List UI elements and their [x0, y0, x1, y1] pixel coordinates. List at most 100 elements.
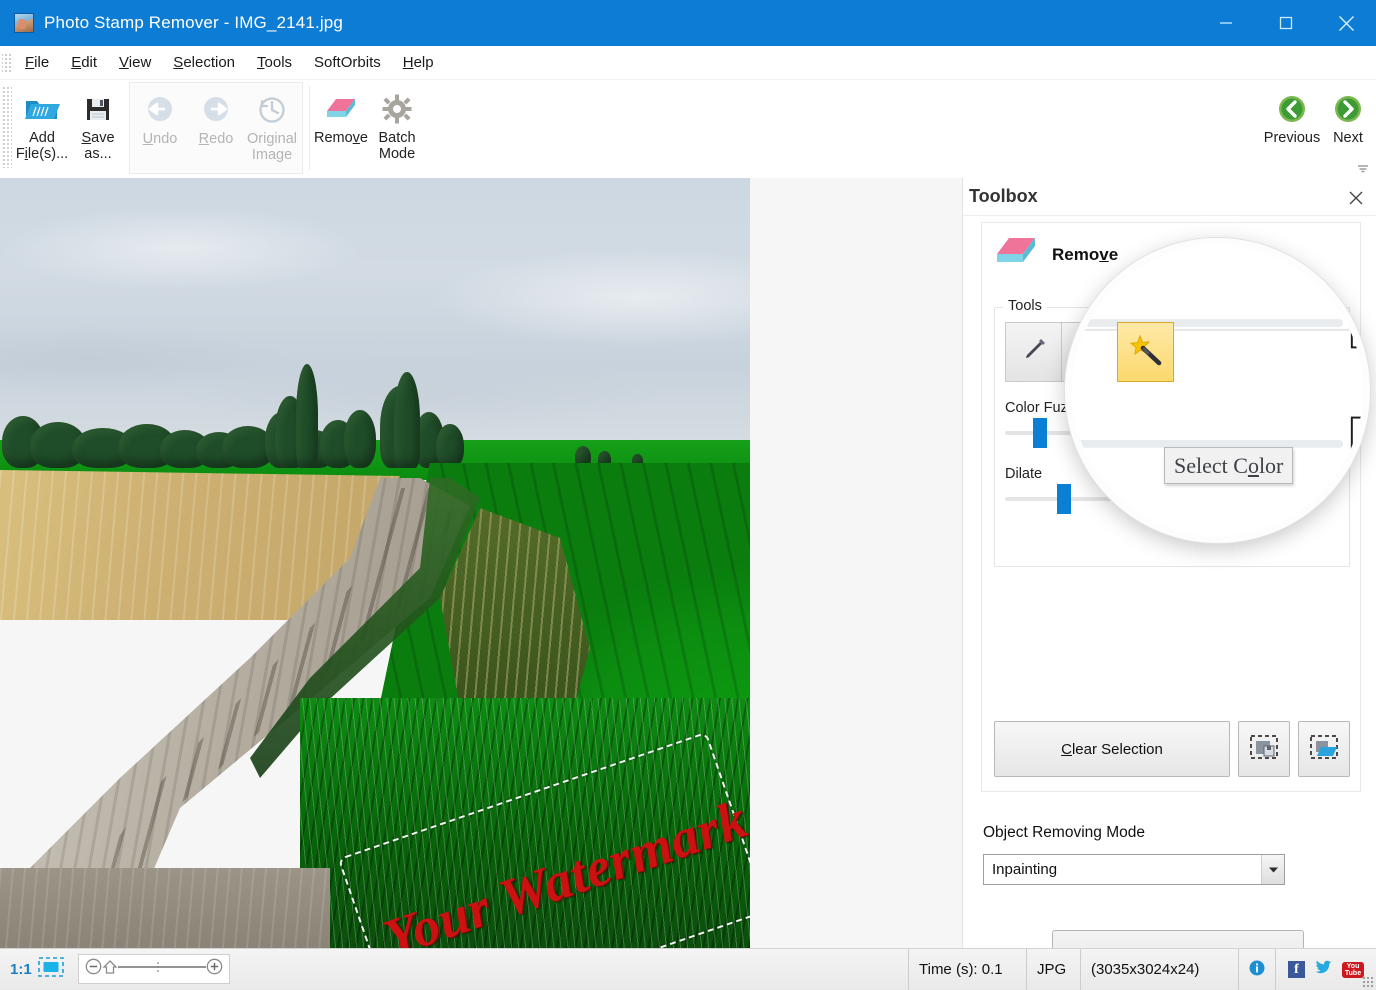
info-button[interactable]: [1239, 949, 1276, 990]
floppy-disk-icon: [83, 92, 113, 126]
add-files-label-line2: File(s)...: [15, 146, 69, 162]
plus-circle-icon[interactable]: [206, 958, 223, 980]
processing-time-label: Time (s): 0.1: [909, 949, 1027, 990]
pencil-icon: [1020, 336, 1048, 369]
zoom-ratio-label: 1:1: [10, 961, 32, 978]
menu-view[interactable]: View: [108, 50, 162, 75]
batch-mode-label-line2: Mode: [378, 146, 416, 162]
youtube-icon[interactable]: You Tube: [1342, 961, 1364, 978]
load-selection-button[interactable]: [1298, 721, 1350, 777]
image-dimensions-label: (3035x3024x24): [1081, 949, 1239, 990]
add-files-label-line1: Add: [29, 130, 55, 146]
select-color-tooltip-text: Select Color: [1174, 452, 1284, 478]
green-left-arrow-icon: [1277, 92, 1307, 126]
menu-grip-handle[interactable]: [2, 51, 12, 74]
tools-group-label: Tools: [1003, 298, 1047, 314]
title-bar: Photo Stamp Remover - IMG_2141.jpg: [0, 0, 1376, 46]
batch-mode-button[interactable]: Batch Mode: [369, 86, 425, 170]
status-spacer: [238, 949, 909, 990]
magnifier-lens-overlay: Color Fuz 20 Dilate 2: [1065, 238, 1370, 543]
facebook-icon[interactable]: f: [1288, 961, 1305, 978]
previous-label: Previous: [1263, 130, 1321, 146]
menu-tools[interactable]: Tools: [246, 50, 303, 75]
minus-circle-icon[interactable]: [85, 958, 102, 980]
batch-mode-label-line1: Batch: [378, 130, 416, 146]
remove-ribbon-label: Remove: [313, 130, 368, 146]
magnifier-scaled-content: Color Fuz 20 Dilate 2: [1072, 245, 1363, 536]
photo-preview[interactable]: Your Watermark: [0, 178, 750, 948]
toolbox-title: Toolbox: [969, 186, 1038, 206]
magnified-tools-group: [1072, 245, 1363, 331]
toolbox-header: Toolbox: [963, 178, 1376, 216]
image-canvas-area[interactable]: Your Watermark: [0, 178, 962, 948]
original-image-label-line1: Original: [247, 131, 297, 147]
undo-arrow-icon: [144, 93, 176, 127]
fit-to-window-button[interactable]: [37, 949, 72, 990]
magnified-color-fuzziness-slider[interactable]: [1072, 319, 1344, 327]
social-links: f You Tube: [1276, 949, 1376, 990]
application-window: Photo Stamp Remover - IMG_2141.jpg File …: [0, 0, 1376, 990]
window-resize-grip[interactable]: [1362, 976, 1374, 988]
next-button[interactable]: Next: [1320, 86, 1376, 170]
clear-selection-button[interactable]: Clear Selection: [994, 721, 1230, 777]
toolbar-ribbon: Add File(s)... Save as... Undo Redo Orig…: [0, 80, 1376, 178]
maximize-icon[interactable]: [1256, 0, 1316, 46]
previous-button[interactable]: Previous: [1264, 86, 1320, 170]
menu-file[interactable]: File: [14, 50, 60, 75]
load-selection-icon: [1309, 733, 1339, 766]
object-removing-mode-label: Object Removing Mode: [983, 824, 1145, 841]
select-color-tooltip: Select Color: [1164, 447, 1294, 484]
add-files-button[interactable]: Add File(s)...: [14, 86, 70, 170]
ribbon-group-actions: Remove Batch Mode: [313, 80, 1368, 178]
minimize-icon[interactable]: [1196, 0, 1256, 46]
undo-button[interactable]: Undo: [132, 87, 188, 171]
marker-tool[interactable]: [1005, 322, 1062, 382]
ribbon-group-navigation: Previous Next: [1248, 80, 1376, 178]
menu-softorbits[interactable]: SoftOrbits: [303, 50, 392, 75]
object-removing-mode-select[interactable]: Inpainting: [983, 854, 1285, 885]
zoom-slider-container[interactable]: [77, 954, 230, 984]
original-image-label-line2: Image: [251, 147, 293, 163]
fit-to-window-icon: [37, 956, 64, 983]
close-icon[interactable]: [1346, 188, 1366, 208]
open-folder-icon: [24, 92, 60, 126]
redo-arrow-icon: [200, 93, 232, 127]
eraser-icon: [324, 92, 358, 126]
eraser-icon: [994, 235, 1038, 274]
magnifier-lens-content: Color Fuz 20 Dilate 2: [1072, 245, 1363, 536]
menu-help[interactable]: Help: [392, 50, 445, 75]
save-as-button[interactable]: Save as...: [70, 86, 126, 170]
remove-button-ribbon[interactable]: Remove: [313, 86, 369, 170]
zoom-slider-track[interactable]: [117, 959, 206, 980]
selection-actions-row: Clear Selection: [994, 721, 1350, 777]
chevron-down-icon[interactable]: [1261, 855, 1284, 884]
menu-edit[interactable]: Edit: [60, 50, 108, 75]
close-icon[interactable]: [1316, 0, 1376, 46]
ribbon-group-history: Undo Redo Original Image: [129, 82, 303, 174]
magic-wand-tool[interactable]: [1117, 322, 1174, 382]
object-removing-mode-value: Inpainting: [992, 861, 1058, 878]
undo-label: Undo: [142, 131, 178, 147]
dilate-slider-thumb[interactable]: [1057, 484, 1071, 514]
next-label: Next: [1333, 130, 1363, 146]
save-as-label-line1: Save: [81, 130, 115, 146]
menu-selection[interactable]: Selection: [162, 50, 246, 75]
original-image-button[interactable]: Original Image: [244, 87, 300, 171]
clock-history-icon: [257, 93, 287, 127]
save-as-label-line2: as...: [84, 146, 112, 162]
magnified-tools-mock: Color Fuz 20 Dilate 2: [1072, 245, 1363, 536]
green-right-arrow-icon: [1333, 92, 1363, 126]
twitter-icon[interactable]: [1314, 959, 1333, 980]
home-marker-icon[interactable]: [102, 959, 118, 980]
menu-bar: File Edit View Selection Tools SoftOrbit…: [0, 46, 1376, 80]
status-bar: 1:1 Time (s): 0.1 JPG (3035x3024x24) f Y…: [0, 948, 1376, 990]
ribbon-nav-collapse-icon[interactable]: [1356, 162, 1370, 174]
save-selection-icon: [1249, 733, 1279, 766]
gear-icon: [382, 92, 412, 126]
window-controls: [1196, 0, 1376, 46]
color-fuzziness-slider-thumb[interactable]: [1033, 418, 1047, 448]
redo-label: Redo: [198, 131, 234, 147]
photo-thumbnail-icon: [14, 13, 34, 33]
save-selection-button[interactable]: [1238, 721, 1290, 777]
magic-wand-icon: [1129, 334, 1163, 371]
